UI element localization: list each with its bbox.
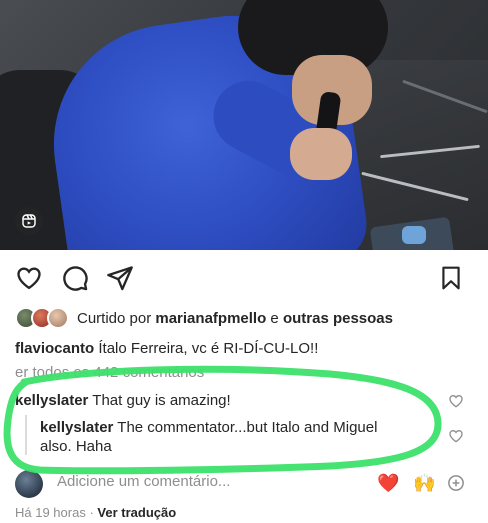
comment-like-icon[interactable] [448, 393, 464, 409]
reply-username[interactable]: kellyslater [40, 419, 113, 436]
likes-summary[interactable]: Curtido por marianafpmello e outras pess… [15, 306, 393, 330]
liker-username[interactable]: marianafpmello [155, 310, 266, 327]
likes-prefix: Curtido por [77, 309, 152, 327]
reply-thread-line [25, 415, 27, 455]
person-hand [290, 128, 352, 180]
post-media[interactable] [0, 0, 488, 250]
heart-outline-icon [17, 267, 41, 290]
comment-item: kellyslater That guy is amazing! [15, 392, 231, 409]
reply-line-1: kellyslater The commentator...but Italo … [40, 418, 377, 437]
paper-plane-icon [107, 266, 133, 291]
plus-circle-icon[interactable] [447, 474, 465, 492]
avatar [47, 307, 69, 329]
comment-bubble-icon [63, 266, 88, 291]
reels-icon [22, 214, 36, 228]
liker-avatars [15, 307, 71, 329]
meta-separator: · [89, 505, 94, 520]
view-all-comments-link[interactable]: er todos os 442 comentários [15, 364, 204, 381]
comment-text: That guy is amazing! [92, 392, 231, 409]
reply-like-icon[interactable] [448, 428, 464, 444]
likes-joiner: e [270, 309, 279, 327]
caption-text: Ítalo Ferreira, vc é RI-DÍ-CU-LO!! [98, 340, 319, 357]
bookmark-icon [442, 266, 460, 290]
reels-button[interactable] [15, 207, 43, 235]
reply-text-1: The commentator...but Italo and Miguel [117, 419, 378, 436]
heart-emoji-button[interactable]: ❤️ [377, 472, 399, 494]
save-button[interactable] [437, 264, 465, 292]
tablet-screen [402, 226, 426, 244]
timestamp: Há 19 horas [15, 505, 86, 520]
add-comment-input[interactable] [57, 473, 317, 490]
likes-others[interactable]: outras pessoas [283, 310, 393, 327]
add-comment-row: ❤️ 🙌 [15, 468, 475, 500]
post-action-bar [0, 258, 488, 298]
comment-button[interactable] [61, 264, 89, 292]
comment-username[interactable]: kellyslater [15, 392, 88, 409]
post-meta: Há 19 horas · Ver tradução [15, 505, 176, 520]
reply-text-2: also. Haha [40, 438, 112, 455]
caption-username[interactable]: flaviocanto [15, 340, 94, 357]
like-button[interactable] [15, 264, 43, 292]
share-button[interactable] [106, 264, 134, 292]
post-caption: flaviocanto Ítalo Ferreira, vc é RI-DÍ-C… [15, 340, 318, 357]
raised-hands-emoji-button[interactable]: 🙌 [413, 472, 435, 494]
avatar [15, 470, 43, 498]
see-translation-link[interactable]: Ver tradução [97, 505, 176, 520]
reply-item: kellyslater The commentator...but Italo … [40, 418, 377, 456]
